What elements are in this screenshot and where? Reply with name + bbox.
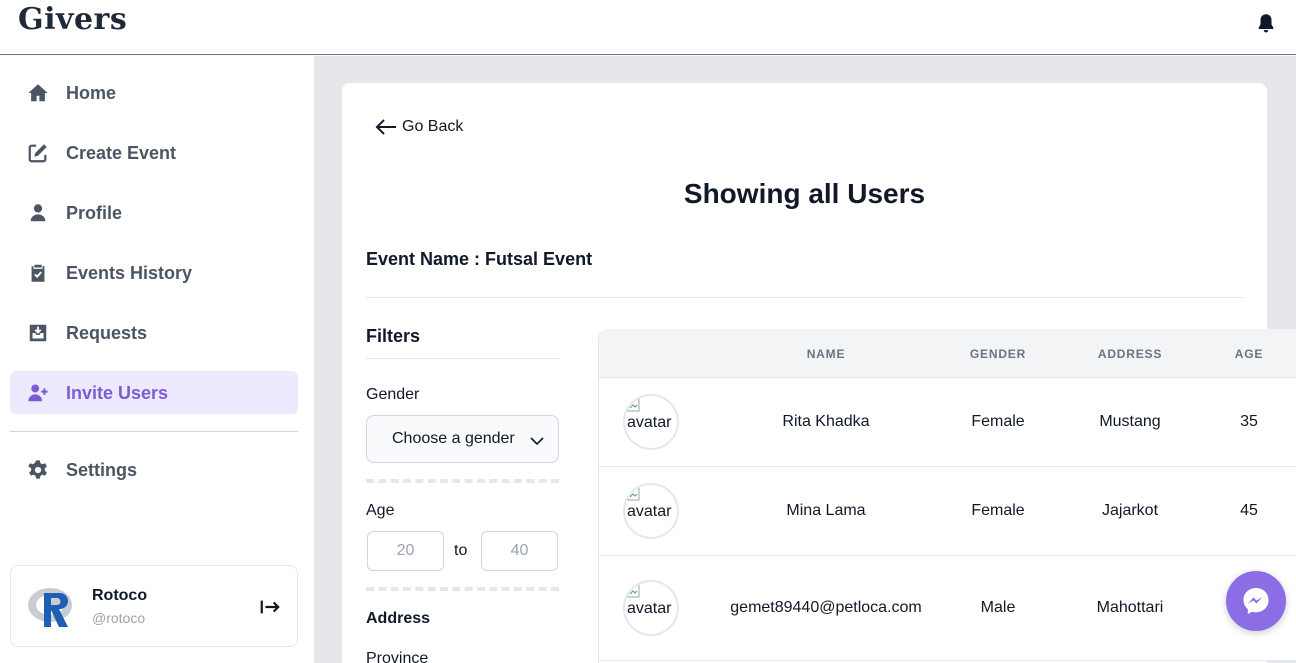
- user-name: Rotoco: [92, 587, 148, 604]
- column-header-name: NAME: [806, 347, 846, 361]
- edit-icon: [28, 144, 47, 163]
- age-min-input[interactable]: 20: [367, 531, 444, 571]
- cell-age: 35: [1240, 413, 1258, 430]
- users-table: NAME GENDER ADDRESS AGE avatar Rita Khad…: [598, 329, 1296, 663]
- top-bar: Givers: [0, 0, 1296, 55]
- age-range-separator: to: [454, 542, 468, 559]
- event-name: Event Name : Futsal Event: [366, 249, 593, 269]
- user-handle: @rotoco: [92, 610, 146, 626]
- sidebar-item-label: Requests: [66, 323, 148, 343]
- table-row[interactable]: avatar Rita Khadka Female Mustang 35: [599, 378, 1296, 467]
- broken-image-icon: [627, 584, 640, 598]
- filter-separator: [366, 479, 559, 483]
- sidebar-divider: [10, 431, 298, 432]
- cell-age: 45: [1240, 502, 1258, 519]
- cell-name: gemet89440@petloca.com: [730, 599, 922, 616]
- cell-name: Mina Lama: [786, 502, 866, 519]
- avatar-alt-text: avatar: [627, 414, 672, 431]
- messenger-chat-button[interactable]: [1226, 571, 1286, 631]
- sidebar-item-settings[interactable]: Settings: [10, 448, 298, 491]
- cell-gender: Female: [971, 413, 1025, 430]
- avatar-alt-text: avatar: [627, 600, 672, 617]
- user-plus-icon: [28, 384, 48, 402]
- broken-image-icon: [627, 487, 640, 501]
- sidebar-item-label: Invite Users: [66, 383, 169, 403]
- sidebar-item-label: Profile: [66, 203, 123, 223]
- avatar: avatar: [623, 580, 679, 636]
- sidebar-item-create-event[interactable]: Create Event: [10, 131, 298, 174]
- column-header-gender: GENDER: [969, 347, 1027, 361]
- divider: [366, 297, 1243, 298]
- bell-icon[interactable]: [1255, 12, 1277, 34]
- clipboard-check-icon: [31, 264, 45, 282]
- messenger-icon: [1243, 588, 1269, 614]
- cell-gender: Male: [980, 599, 1016, 616]
- inbox-download-icon: [29, 324, 47, 342]
- sidebar-item-label: Settings: [66, 460, 138, 480]
- cell-gender: Female: [971, 502, 1025, 519]
- gear-icon: [28, 460, 47, 479]
- table-header: NAME GENDER ADDRESS AGE: [599, 329, 1296, 378]
- column-header-age: AGE: [1234, 347, 1264, 361]
- cell-name: Rita Khadka: [782, 413, 870, 430]
- gender-select-value: Choose a gender: [392, 430, 515, 447]
- filters-divider: [366, 358, 559, 359]
- sidebar-item-events-history[interactable]: Events History: [10, 251, 298, 294]
- brand-logo[interactable]: Givers: [18, 2, 127, 37]
- cell-address: Mahottari: [1096, 599, 1164, 616]
- sidebar-item-invite-users[interactable]: Invite Users: [10, 371, 298, 414]
- broken-image-icon: [627, 398, 640, 412]
- logout-icon[interactable]: [259, 596, 281, 618]
- gender-label: Gender: [366, 386, 420, 403]
- avatar[interactable]: [26, 581, 78, 633]
- chevron-down-icon: [530, 437, 544, 446]
- user-icon: [30, 204, 46, 222]
- sidebar-item-label: Events History: [66, 263, 193, 283]
- go-back-button[interactable]: Go Back: [374, 116, 463, 138]
- sidebar-item-requests[interactable]: Requests: [10, 311, 298, 354]
- gender-select[interactable]: Choose a gender: [366, 415, 559, 463]
- cell-address: Mustang: [1099, 413, 1161, 430]
- sidebar: Home Create Event Profile Events History…: [0, 56, 314, 663]
- sidebar-item-label: Create Event: [66, 143, 177, 163]
- sidebar-item-home[interactable]: Home: [10, 71, 298, 114]
- table-row[interactable]: avatar Mina Lama Female Jajarkot 45: [599, 467, 1296, 556]
- arrow-left-icon: [375, 119, 396, 135]
- avatar-alt-text: avatar: [627, 503, 672, 520]
- age-max-input[interactable]: 40: [481, 531, 558, 571]
- age-label: Age: [366, 502, 395, 519]
- user-card: Rotoco @rotoco: [10, 565, 298, 647]
- address-label: Address: [366, 610, 431, 627]
- filter-separator: [366, 587, 559, 591]
- avatar: avatar: [623, 394, 679, 450]
- go-back-label: Go Back: [402, 118, 464, 135]
- avatar: avatar: [623, 483, 679, 539]
- cell-address: Jajarkot: [1101, 502, 1159, 519]
- filters-title: Filters: [366, 326, 421, 346]
- sidebar-item-profile[interactable]: Profile: [10, 191, 298, 234]
- table-row[interactable]: avatar gemet89440@petloca.com Male Mahot…: [599, 556, 1296, 661]
- home-icon: [28, 84, 48, 102]
- column-header-address: ADDRESS: [1097, 347, 1163, 361]
- sidebar-item-label: Home: [66, 83, 117, 103]
- province-label: Province: [366, 650, 429, 663]
- page-title: Showing all Users: [683, 178, 926, 209]
